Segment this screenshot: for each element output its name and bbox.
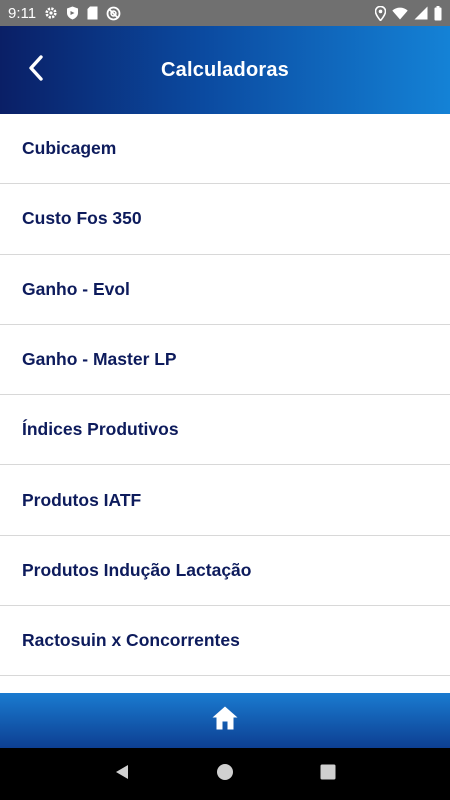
list-item-ganho-master-lp[interactable]: Ganho - Master LP <box>0 325 450 396</box>
back-button[interactable] <box>14 48 58 92</box>
status-bar: 9:11 <box>0 0 450 26</box>
app-bar: Calculadoras <box>0 26 450 114</box>
status-time: 9:11 <box>8 4 37 22</box>
list-item-produtos-inducao-lactacao[interactable]: Produtos Indução Lactação <box>0 536 450 607</box>
chevron-left-icon <box>26 54 46 87</box>
nav-back-button[interactable] <box>102 754 142 794</box>
list-item-ractosuin-x-concorrentes[interactable]: Ractosuin x Concorrentes <box>0 606 450 677</box>
status-left: 9:11 <box>8 5 121 22</box>
location-icon <box>375 5 386 21</box>
bottom-bar <box>0 693 450 748</box>
gear-icon <box>44 6 58 20</box>
calculator-list: Cubicagem Custo Fos 350 Ganho - Evol Gan… <box>0 114 450 693</box>
list-item-produtos-iatf[interactable]: Produtos IATF <box>0 465 450 536</box>
list-item-custo-fos-350[interactable]: Custo Fos 350 <box>0 184 450 255</box>
sd-card-icon <box>87 6 98 20</box>
wifi-icon <box>392 7 408 20</box>
battery-icon <box>434 5 442 21</box>
back-triangle-icon <box>113 763 131 786</box>
recents-square-icon <box>320 764 336 785</box>
no-sync-icon <box>106 6 121 21</box>
home-circle-icon <box>216 763 234 786</box>
list-item-indices-produtivos[interactable]: Índices Produtivos <box>0 395 450 466</box>
list-item-cubicagem[interactable]: Cubicagem <box>0 114 450 185</box>
nav-home-button[interactable] <box>205 754 245 794</box>
system-nav-bar <box>0 748 450 800</box>
nav-recents-button[interactable] <box>308 754 348 794</box>
home-button[interactable] <box>203 699 247 743</box>
home-icon <box>211 705 239 736</box>
shield-icon <box>66 6 79 20</box>
list-item-ganho-evol[interactable]: Ganho - Evol <box>0 255 450 325</box>
page-title: Calculadoras <box>160 58 289 81</box>
signal-icon <box>414 6 428 20</box>
status-right <box>375 5 442 21</box>
